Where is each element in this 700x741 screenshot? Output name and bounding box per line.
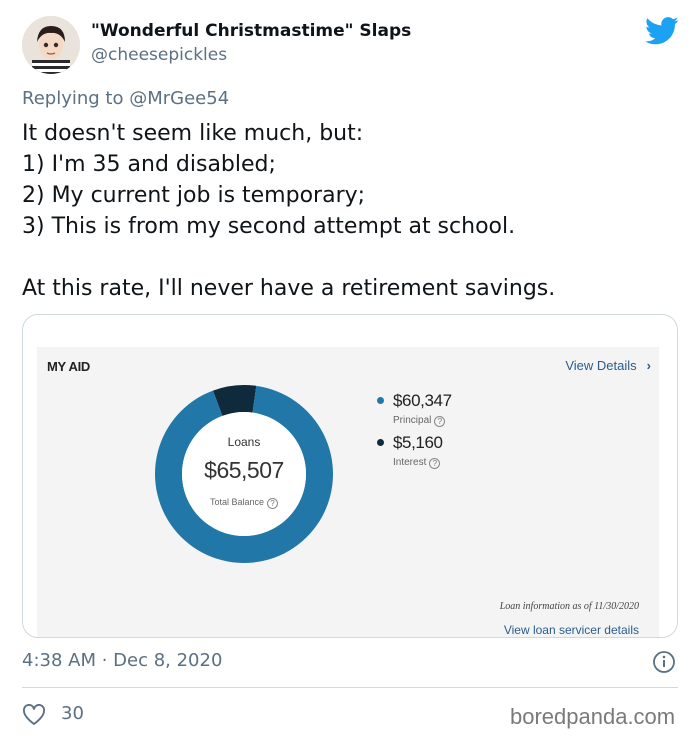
divider bbox=[22, 687, 678, 688]
help-icon[interactable]: ? bbox=[429, 458, 441, 469]
legend-label-text: Interest bbox=[393, 457, 427, 468]
view-details-label: View Details bbox=[565, 358, 637, 373]
card-title: MY AID bbox=[47, 359, 90, 374]
avatar-illustration bbox=[22, 16, 80, 74]
servicer-details-link[interactable]: View loan servicer details bbox=[504, 623, 639, 637]
legend-item-interest: $5,160 Interest? bbox=[377, 433, 452, 469]
twitter-bird-glyph bbox=[645, 17, 679, 45]
like-count: 30 bbox=[61, 703, 84, 724]
donut-title: Loans bbox=[227, 435, 261, 449]
tweet-timestamp[interactable]: 4:38 AM · Dec 8, 2020 bbox=[22, 650, 222, 671]
legend-dot-interest bbox=[377, 439, 384, 446]
twitter-bird-icon[interactable] bbox=[645, 16, 679, 46]
loan-info-date: Loan information as of 11/30/2020 bbox=[499, 601, 639, 612]
legend-dot-principal bbox=[377, 397, 384, 404]
help-icon[interactable]: ? bbox=[267, 498, 279, 509]
legend-item-principal: $60,347 Principal? bbox=[377, 391, 452, 427]
legend-label-text: Principal bbox=[393, 415, 432, 426]
tweet-text: It doesn't seem like much, but: 1) I'm 3… bbox=[22, 118, 682, 304]
chart-legend: $60,347 Principal? $5,160 Interest? bbox=[377, 391, 452, 475]
tweet-line: 3) This is from my second attempt at sch… bbox=[22, 214, 516, 239]
legend-label: Principal? bbox=[393, 415, 452, 427]
info-icon[interactable] bbox=[652, 650, 676, 674]
tweet-line: It doesn't seem like much, but: bbox=[22, 121, 364, 146]
total-balance-text: Total Balance bbox=[209, 497, 265, 507]
aid-card: MY AID View Details › Loans $65,507 Total… bbox=[37, 347, 659, 637]
tweet-line: 2) My current job is temporary; bbox=[22, 183, 366, 208]
mention-link[interactable]: @MrGee54 bbox=[129, 88, 229, 109]
chevron-right-icon: › bbox=[646, 358, 651, 373]
heart-icon[interactable] bbox=[22, 703, 46, 726]
help-icon[interactable]: ? bbox=[434, 416, 446, 427]
legend-label: Interest? bbox=[393, 457, 452, 469]
avatar[interactable] bbox=[22, 16, 80, 74]
tweet-line: 1) I'm 35 and disabled; bbox=[22, 152, 276, 177]
author-name[interactable]: "Wonderful Christmastime" Slaps bbox=[91, 21, 411, 41]
tweet-line: At this rate, I'll never have a retireme… bbox=[22, 276, 556, 301]
tweet-media[interactable]: MY AID View Details › Loans $65,507 Total… bbox=[22, 314, 678, 638]
view-details-link[interactable]: View Details › bbox=[565, 358, 651, 373]
author-handle[interactable]: @cheesepickles bbox=[91, 45, 227, 65]
replying-to: Replying to @MrGee54 bbox=[22, 88, 229, 109]
heart-glyph bbox=[23, 703, 45, 725]
legend-value: $60,347 bbox=[393, 391, 452, 410]
info-glyph bbox=[653, 651, 675, 673]
replying-prefix: Replying to bbox=[22, 88, 124, 109]
total-balance-label: Total Balance? bbox=[153, 497, 335, 509]
watermark: boredpanda.com bbox=[510, 704, 676, 729]
total-balance-value: $65,507 bbox=[204, 457, 284, 483]
legend-value: $5,160 bbox=[393, 433, 443, 452]
